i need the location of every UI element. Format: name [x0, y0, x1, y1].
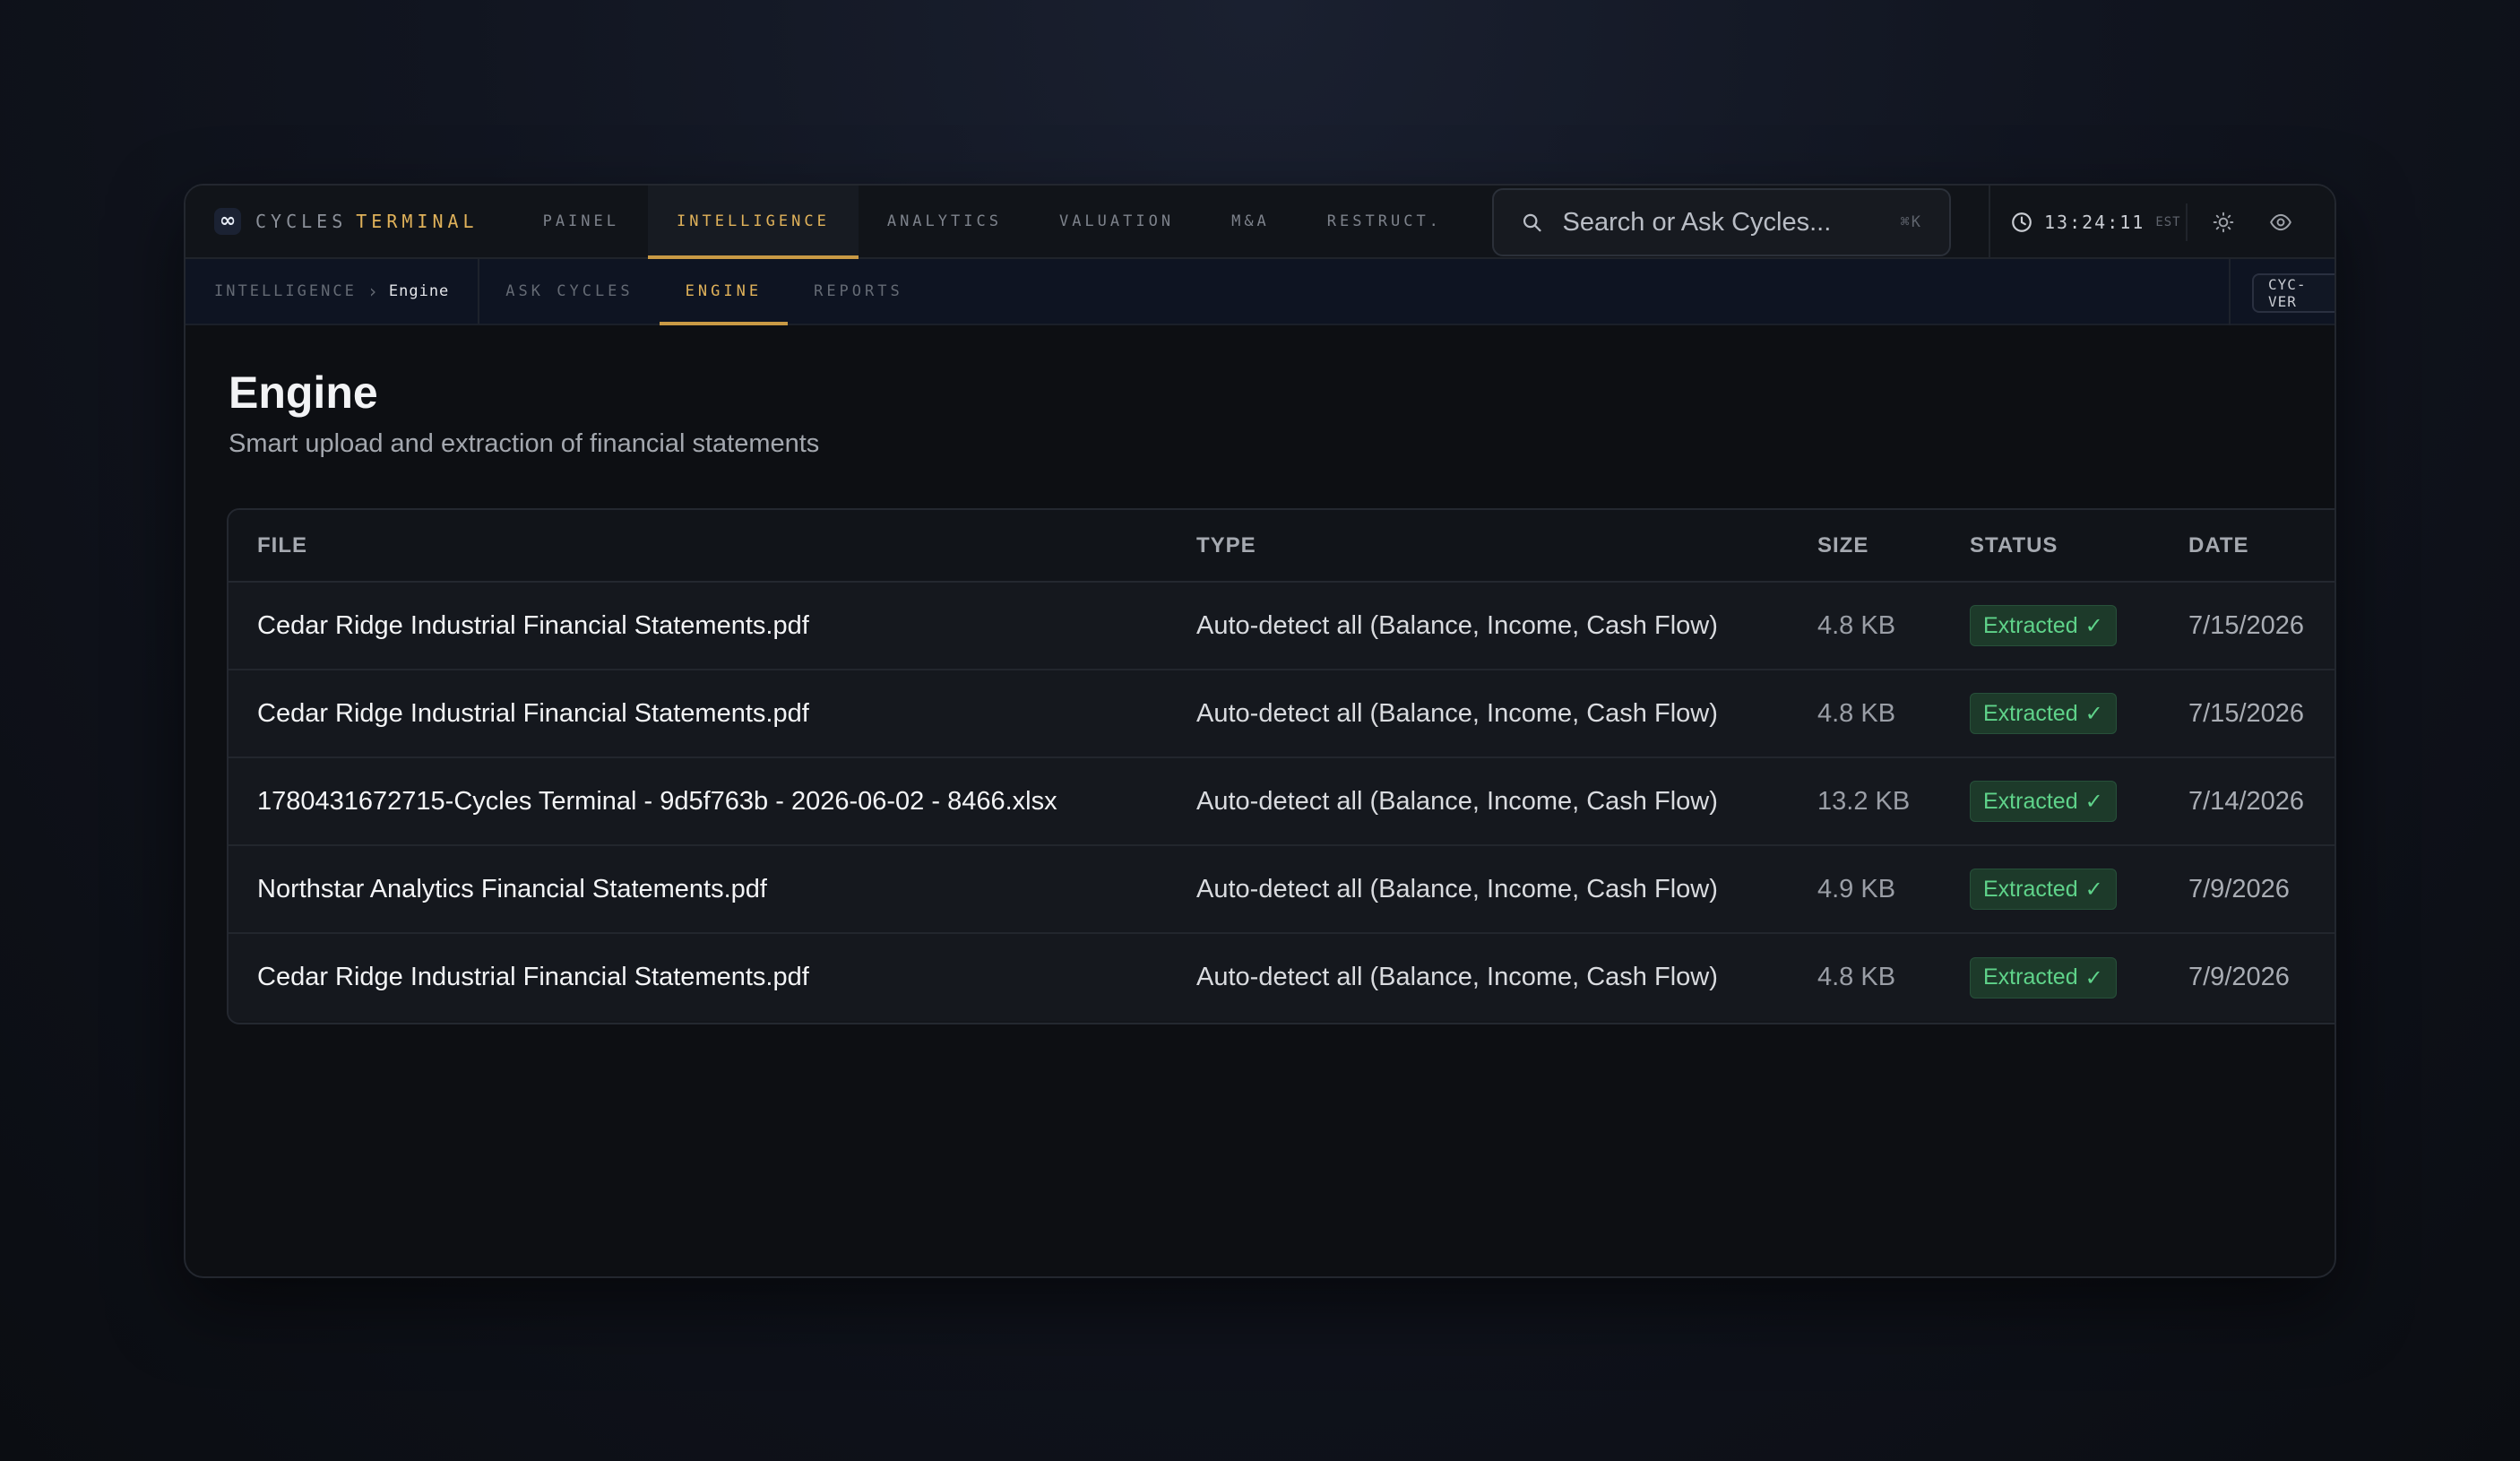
cell-size: 4.9 KB: [1789, 845, 1941, 934]
page-title: Engine: [229, 367, 378, 418]
brand[interactable]: ∞ CYCLES TERMINAL: [186, 186, 514, 257]
subnav-item-engine[interactable]: ENGINE: [659, 259, 789, 325]
clock-icon: [2012, 212, 2032, 232]
clock: 13:24:11 EST: [1989, 186, 2181, 259]
sun-icon: [2213, 212, 2234, 233]
cell-type: Auto-detect all (Balance, Income, Cash F…: [1168, 757, 1789, 846]
cell-status: Extracted ✓: [1941, 845, 2160, 934]
cell-type: Auto-detect all (Balance, Income, Cash F…: [1196, 963, 1718, 991]
breadcrumb-current: Engine: [388, 282, 450, 300]
page-subtitle: Smart upload and extraction of financial…: [229, 429, 820, 458]
check-icon: ✓: [2084, 701, 2103, 726]
table-row[interactable]: 1780431672715-Cycles Terminal - 9d5f763b…: [229, 757, 2334, 846]
breadcrumb: INTELLIGENCE › Engine: [186, 259, 480, 324]
version-divider: [2229, 259, 2231, 325]
search-shortcut: ⌘K: [1900, 213, 1922, 231]
visibility-toggle-button[interactable]: [2263, 204, 2299, 240]
status-badge-label: Extracted: [1983, 876, 2078, 902]
column-header-type[interactable]: TYPE: [1168, 510, 1789, 583]
brand-name-primary: CYCLES: [255, 211, 348, 232]
eye-icon: [2270, 213, 2291, 231]
brand-name-secondary: TERMINAL: [356, 211, 479, 232]
chevron-right-icon: ›: [367, 281, 378, 302]
main-nav: PAINEL INTELLIGENCE ANALYTICS VALUATION …: [514, 186, 1471, 259]
cell-file: Cedar Ridge Industrial Financial Stateme…: [257, 963, 809, 991]
cell-date: 7/9/2026: [2160, 845, 2334, 934]
table-row[interactable]: Northstar Analytics Financial Statements…: [229, 845, 2334, 934]
status-badge: Extracted ✓: [1970, 956, 2117, 998]
table-row[interactable]: Cedar Ridge Industrial Financial Stateme…: [229, 670, 2334, 758]
top-bar: ∞ CYCLES TERMINAL PAINEL INTELLIGENCE ANA…: [186, 186, 2334, 259]
subnav-item-ask-cycles[interactable]: ASK CYCLES: [479, 259, 659, 324]
status-badge-label: Extracted: [1983, 964, 2078, 990]
brand-name: CYCLES TERMINAL: [255, 211, 479, 232]
check-icon: ✓: [2084, 613, 2103, 638]
search-icon: [1523, 213, 1541, 232]
cell-status: Extracted ✓: [1941, 582, 2160, 670]
check-icon: ✓: [2084, 877, 2103, 902]
column-header-date[interactable]: DATE: [2160, 510, 2334, 583]
check-icon: ✓: [2084, 964, 2103, 990]
nav-item-valuation[interactable]: VALUATION: [1031, 186, 1203, 257]
topbar-divider: [2186, 203, 2188, 241]
files-table: FILE TYPE SIZE STATUS DATE Cedar Ridge I…: [229, 510, 2334, 1021]
search-input[interactable]: [1562, 207, 1901, 238]
app-window: ∞ CYCLES TERMINAL PAINEL INTELLIGENCE ANA…: [184, 184, 2336, 1278]
cell-size: 13.2 KB: [1789, 757, 1941, 846]
files-table-card: FILE TYPE SIZE STATUS DATE Cedar Ridge I…: [227, 508, 2334, 1024]
status-badge-label: Extracted: [1983, 700, 2078, 726]
cell-date: 7/15/2026: [2160, 670, 2334, 758]
search-box[interactable]: ⌘K: [1492, 188, 1951, 256]
cell-date: 7/9/2026: [2188, 963, 2290, 991]
status-badge: Extracted ✓: [1970, 781, 2117, 822]
cell-type: Auto-detect all (Balance, Income, Cash F…: [1168, 670, 1789, 758]
infinity-logo-icon: ∞: [214, 208, 241, 235]
nav-item-analytics[interactable]: ANALYTICS: [859, 186, 1031, 257]
theme-toggle-button[interactable]: [2205, 204, 2241, 240]
cell-type: Auto-detect all (Balance, Income, Cash F…: [1168, 845, 1789, 934]
cell-type: Auto-detect all (Balance, Income, Cash F…: [1168, 582, 1789, 670]
subnav-item-reports[interactable]: REPORTS: [788, 259, 929, 324]
column-header-size[interactable]: SIZE: [1789, 510, 1941, 583]
cell-file: 1780431672715-Cycles Terminal - 9d5f763b…: [229, 757, 1168, 846]
check-icon: ✓: [2084, 789, 2103, 814]
column-header-file[interactable]: FILE: [229, 510, 1168, 583]
cell-file: Cedar Ridge Industrial Financial Stateme…: [229, 670, 1168, 758]
cell-status: Extracted ✓: [1941, 757, 2160, 846]
cell-date: 7/15/2026: [2160, 582, 2334, 670]
clock-timezone: EST: [2155, 215, 2181, 229]
cell-file: Northstar Analytics Financial Statements…: [229, 845, 1168, 934]
status-badge-label: Extracted: [1983, 612, 2078, 638]
nav-item-restruct[interactable]: RESTRUCT.: [1299, 186, 1471, 257]
sub-bar: INTELLIGENCE › Engine ASK CYCLES ENGINE …: [186, 259, 2334, 325]
nav-item-intelligence[interactable]: INTELLIGENCE: [648, 186, 859, 259]
version-tag[interactable]: CYC-VER: [2252, 273, 2334, 313]
cell-date: 7/14/2026: [2160, 757, 2334, 846]
cell-size: 4.8 KB: [1789, 582, 1941, 670]
cell-file: Cedar Ridge Industrial Financial Stateme…: [229, 582, 1168, 670]
status-badge-label: Extracted: [1983, 788, 2078, 814]
cell-status: Extracted ✓: [1941, 933, 2160, 1021]
column-header-status[interactable]: STATUS: [1941, 510, 2160, 583]
cell-status: Extracted ✓: [1941, 670, 2160, 758]
breadcrumb-root[interactable]: INTELLIGENCE: [214, 282, 357, 300]
nav-item-m-and-a[interactable]: M&A: [1203, 186, 1299, 257]
table-header-row: FILE TYPE SIZE STATUS DATE: [229, 510, 2334, 583]
clock-time: 13:24:11: [2044, 212, 2145, 233]
status-badge: Extracted ✓: [1970, 869, 2117, 910]
status-badge: Extracted ✓: [1970, 605, 2117, 646]
sub-nav: ASK CYCLES ENGINE REPORTS: [479, 259, 929, 325]
cell-size: 4.8 KB: [1817, 963, 1896, 991]
table-row[interactable]: Cedar Ridge Industrial Financial Stateme…: [229, 933, 2334, 1021]
cell-size: 4.8 KB: [1789, 670, 1941, 758]
status-badge: Extracted ✓: [1970, 693, 2117, 734]
nav-item-painel[interactable]: PAINEL: [514, 186, 648, 257]
table-row[interactable]: Cedar Ridge Industrial Financial Stateme…: [229, 582, 2334, 670]
